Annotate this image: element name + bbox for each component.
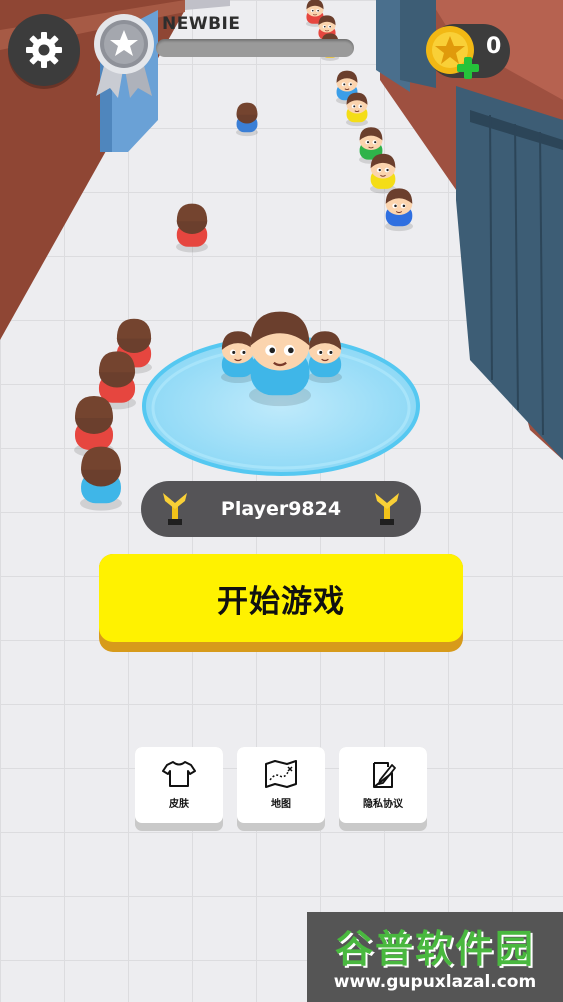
character-figure: [249, 311, 311, 407]
settings-button[interactable]: [8, 14, 80, 86]
skins-button[interactable]: 皮肤: [135, 747, 223, 831]
player-name-plate: Player9824: [141, 481, 421, 537]
map-label: 地图: [271, 799, 291, 810]
character-figure: [346, 92, 368, 127]
privacy-policy-label: 隐私协议: [363, 799, 403, 810]
trophy-icon: [375, 493, 399, 525]
start-game-button[interactable]: 开始游戏: [99, 554, 463, 652]
gear-icon: [26, 32, 62, 68]
watermark-url: www.gupuxlazal.com: [333, 972, 537, 992]
map-icon: [265, 760, 297, 788]
character-figure: [221, 331, 255, 384]
character-figure-back: [80, 446, 122, 511]
site-watermark: 谷普软件园 www.gupuxlazal.com: [307, 912, 563, 1002]
coin-count: 0: [486, 34, 502, 59]
player-name: Player9824: [220, 498, 342, 520]
map-button[interactable]: 地图: [237, 747, 325, 831]
xp-progress-bar: [156, 39, 354, 57]
watermark-title: 谷普软件园: [334, 927, 535, 971]
rank-title: NEWBIE: [162, 14, 241, 34]
character-figure-back: [236, 102, 258, 137]
privacy-policy-button[interactable]: 隐私协议: [339, 747, 427, 831]
shirt-icon: [162, 761, 196, 787]
skins-label: 皮肤: [169, 799, 189, 810]
trophy-icon: [163, 493, 187, 525]
character-figure: [370, 153, 396, 194]
start-game-label: 开始游戏: [217, 583, 345, 620]
character-figure-back: [176, 203, 208, 253]
rank-medal-icon: [94, 14, 154, 98]
character-figure: [308, 331, 342, 384]
add-coins-button[interactable]: [456, 56, 480, 80]
character-figure: [385, 188, 413, 232]
start-game-button-face: 开始游戏: [99, 554, 463, 642]
document-pen-icon: [373, 762, 396, 788]
